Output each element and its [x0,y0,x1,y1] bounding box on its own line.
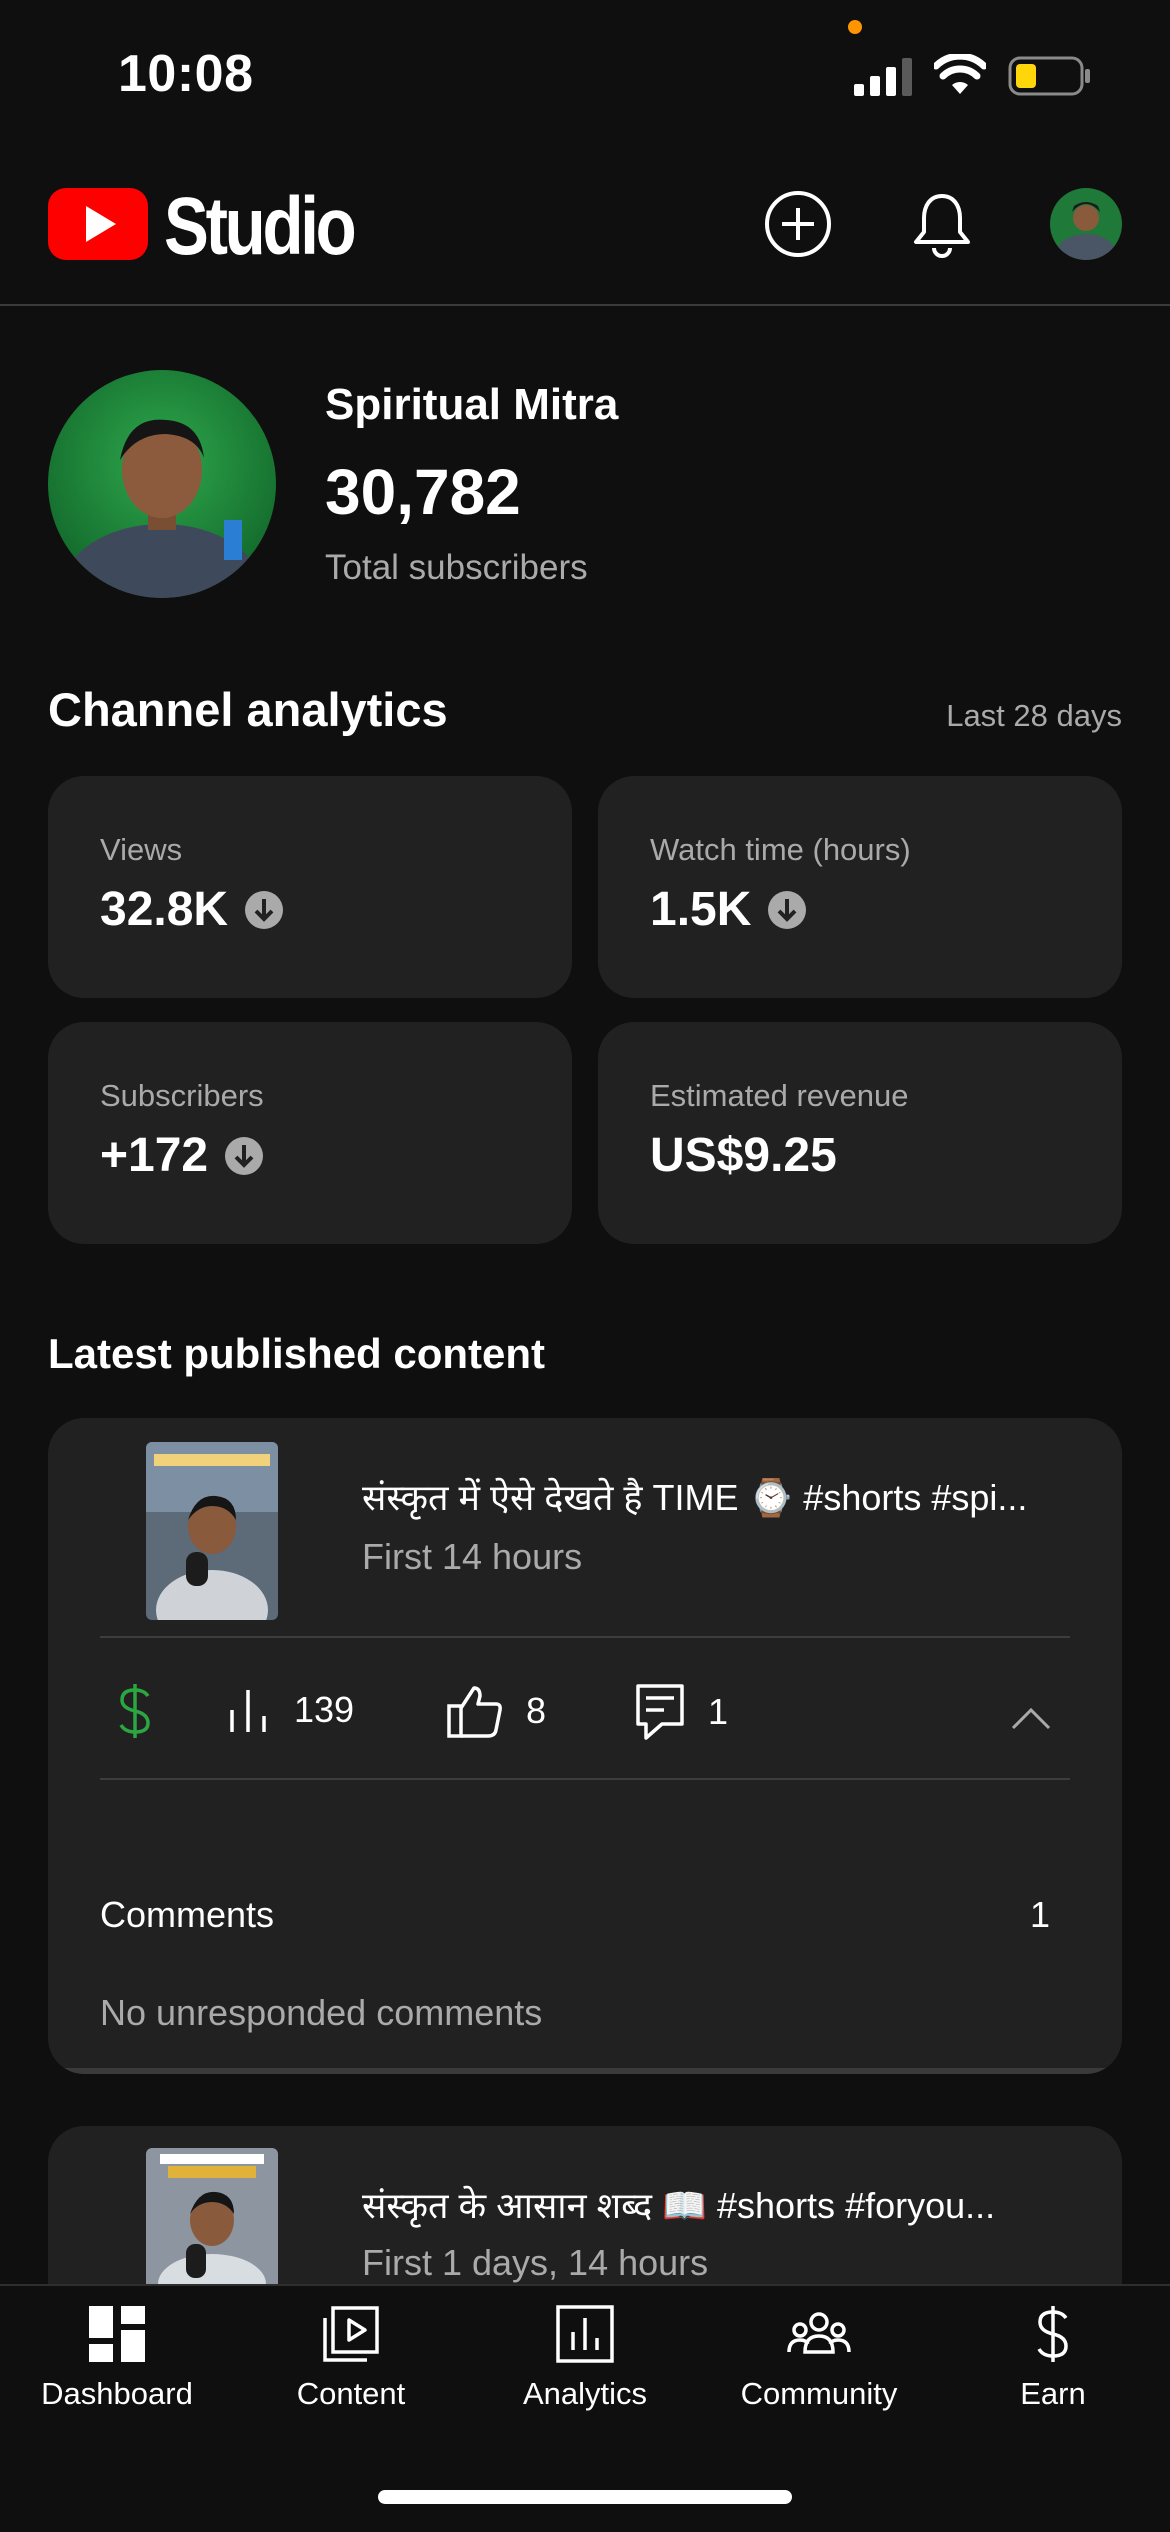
wifi-icon [934,54,986,94]
video-views: 139 [294,1689,355,1730]
channel-avatar-image [48,370,276,598]
views-card[interactable]: Views 32.8K [48,776,572,998]
video-comments: 1 [708,1691,729,1732]
comment-icon [636,1684,684,1740]
card-label: Estimated revenue [650,1078,909,1113]
app-header: Studio [0,150,1170,306]
video-period: First 1 days, 14 hours [362,2242,709,2283]
latest-content-title: Latest published content [48,1330,546,1377]
trend-down-icon [225,1136,264,1175]
trend-down-icon [768,890,807,929]
comments-stat: 1 [634,1682,728,1742]
divider [100,1778,1070,1780]
video-title: संस्कृत के आसान शब्द 📖 #shorts #foryou..… [362,2185,996,2226]
unresponded-comments-status: No unresponded comments [100,1992,543,2033]
channel-avatar[interactable] [48,370,276,598]
card-label: Views [100,832,183,867]
nav-content[interactable]: Content [234,2304,468,2412]
divider [100,1636,1070,1638]
notifications-bell-icon[interactable] [904,186,980,262]
monetization-stat [116,1682,176,1740]
subscribers-card[interactable]: Subscribers +172 [48,1022,572,1244]
home-indicator[interactable] [378,2490,792,2504]
second-video-card[interactable]: संस्कृत के आसान शब्द 📖 #shorts #foryou..… [48,2126,1122,2284]
likes-stat: 8 [446,1682,546,1740]
thumb-up-icon [447,1686,502,1738]
channel-name: Spiritual Mitra [325,380,619,429]
watch-time-value: 1.5K [650,883,752,936]
comments-row[interactable]: Comments 1 [100,1894,1050,1936]
channel-analytics-title: Channel analytics [48,683,448,736]
nav-dashboard[interactable]: Dashboard [0,2304,234,2412]
views-stat: 139 [228,1682,354,1738]
comments-count: 1 [1029,1894,1050,1935]
video-title: संस्कृत में ऐसे देखते है TIME ⌚ #shorts … [362,1477,1028,1518]
analytics-icon [556,2305,614,2363]
youtube-logo-icon [48,188,148,260]
status-time: 10:08 [118,45,254,103]
card-label: Subscribers [100,1078,264,1113]
estimated-revenue-card[interactable]: Estimated revenue US$9.25 [598,1022,1122,1244]
content-icon [323,2306,379,2362]
video-thumbnail[interactable] [146,2148,278,2284]
subscribers-value: +172 [100,1129,209,1182]
video-thumbnail[interactable] [146,1442,278,1620]
watch-time-card[interactable]: Watch time (hours) 1.5K [598,776,1122,998]
create-icon[interactable] [760,186,836,262]
card-value-row: +172 [100,1128,264,1183]
card-value-row: 1.5K [650,882,807,937]
revenue-value: US$9.25 [650,1129,837,1182]
video-likes: 8 [526,1690,547,1731]
nav-earn[interactable]: Earn [936,2304,1170,2412]
card-label: Watch time (hours) [650,832,911,867]
video-thumbnail-image [146,2148,278,2284]
chevron-up-icon[interactable] [1010,1706,1052,1732]
studio-wordmark: Studio [164,181,357,272]
nav-community[interactable]: Community [702,2304,936,2412]
privacy-indicator-dot [848,20,862,34]
dollar-icon [119,1684,150,1738]
card-bottom-edge [48,2068,1122,2074]
status-bar: 10:08 [0,0,1170,150]
card-value-row: 32.8K [100,882,284,937]
nav-label: Dashboard [41,2376,193,2411]
views-value: 32.8K [100,883,229,936]
nav-label: Content [296,2376,406,2411]
earn-icon [1037,2306,1068,2362]
account-avatar[interactable] [1050,188,1122,260]
bar-chart-icon [230,1690,266,1732]
analytics-range-label: Last 28 days [946,698,1122,733]
battery-icon [1008,56,1090,96]
dashboard-icon [89,2306,145,2362]
community-icon [787,2312,851,2354]
video-thumbnail-image [146,1442,278,1620]
latest-video-card[interactable]: संस्कृत में ऐसे देखते है TIME ⌚ #shorts … [48,1418,1122,2074]
card-value-row: US$9.25 [650,1128,837,1183]
trend-down-icon [245,890,284,929]
total-subscriber-count: 30,782 [325,456,521,528]
nav-label: Analytics [522,2376,648,2411]
nav-label: Community [740,2376,898,2411]
nav-label: Earn [1020,2376,1086,2411]
nav-analytics[interactable]: Analytics [468,2304,702,2412]
avatar-image [1050,188,1122,260]
cellular-signal-icon [854,58,912,96]
comments-label: Comments [100,1894,275,1935]
video-period: First 14 hours [362,1536,583,1577]
total-subscribers-label: Total subscribers [325,548,588,587]
